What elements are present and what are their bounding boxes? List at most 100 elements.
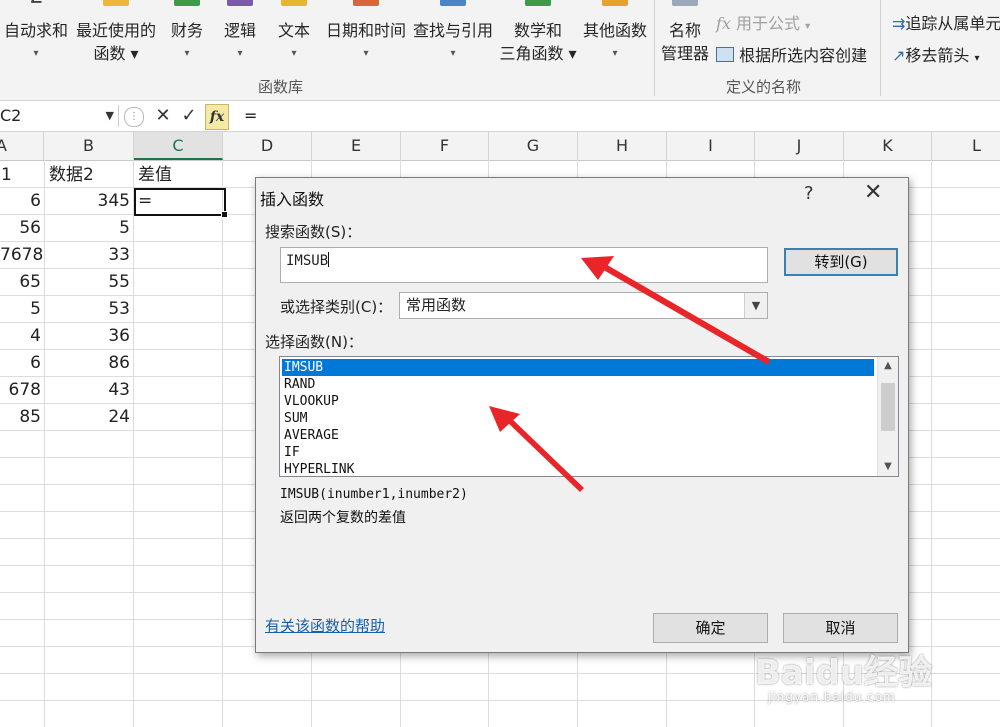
text-book-icon xyxy=(281,0,307,6)
trace-arrow-icon: ⇉ xyxy=(892,14,906,33)
confirm-entry-icon[interactable]: ✓ xyxy=(178,104,200,128)
list-item-if[interactable]: IF xyxy=(282,444,874,461)
calendar-book-icon xyxy=(353,0,379,6)
column-header-a[interactable]: A xyxy=(0,132,44,160)
column-header-c[interactable]: C xyxy=(134,132,223,160)
help-icon[interactable]: ? xyxy=(804,183,814,204)
category-select[interactable]: 常用函数 ▼ xyxy=(399,292,768,319)
active-cell-c2[interactable]: = xyxy=(134,188,228,218)
dialog-title: 插入函数 xyxy=(260,190,325,209)
math-book-icon xyxy=(525,0,551,6)
gridline xyxy=(222,160,223,727)
cell-a7[interactable]: 4 xyxy=(0,323,41,349)
cell-a2[interactable]: 6 xyxy=(0,188,41,214)
group-label-defined-names: 定义的名称 xyxy=(726,78,802,96)
function-list[interactable]: IMSUB RAND VLOOKUP SUM AVERAGE IF HYPERL… xyxy=(279,356,899,477)
cell-b3[interactable]: 5 xyxy=(46,215,130,241)
cell-b6[interactable]: 53 xyxy=(46,296,130,322)
function-help-link[interactable]: 有关该函数的帮助 xyxy=(265,615,385,636)
more-book-icon xyxy=(602,0,628,6)
cell-b8[interactable]: 86 xyxy=(46,350,130,376)
search-function-input[interactable]: IMSUB xyxy=(280,247,768,283)
cell-b2[interactable]: 345 xyxy=(46,188,130,214)
column-headers: A B C D E F G H I J K L xyxy=(0,132,1000,161)
lookup-book-icon xyxy=(440,0,466,6)
column-header-f[interactable]: F xyxy=(401,132,489,160)
gridline xyxy=(931,160,932,727)
cancel-entry-icon[interactable]: ✕ xyxy=(152,104,174,128)
ok-button[interactable]: 确定 xyxy=(653,613,768,643)
column-header-g[interactable]: G xyxy=(489,132,578,160)
ribbon-separator xyxy=(654,0,655,96)
chevron-down-icon: ▼ xyxy=(105,109,114,122)
cell-b9[interactable]: 43 xyxy=(46,377,130,403)
cell-a10[interactable]: 85 xyxy=(0,404,41,430)
chevron-down-icon[interactable]: ▼ xyxy=(744,293,767,318)
trace-dependents-button[interactable]: ⇉追踪从属单元 xyxy=(892,10,1000,34)
cell-c2: = xyxy=(138,191,153,211)
column-header-i[interactable]: I xyxy=(667,132,755,160)
chevron-down-icon: ▾ xyxy=(974,53,980,64)
column-header-j[interactable]: J xyxy=(755,132,844,160)
list-item-rand[interactable]: RAND xyxy=(282,376,874,393)
search-function-label: 搜索函数(S)： xyxy=(265,223,362,241)
use-in-formula-button[interactable]: fx 用于公式 ▾ xyxy=(716,10,810,34)
column-header-h[interactable]: H xyxy=(578,132,667,160)
cell-a1[interactable]: 1 xyxy=(1,162,12,188)
list-item-hyperlink[interactable]: HYPERLINK xyxy=(282,461,874,476)
column-header-e[interactable]: E xyxy=(312,132,401,160)
remove-arrows-button[interactable]: ↗移去箭头 ▾ xyxy=(892,42,980,66)
goto-button[interactable]: 转到(G) xyxy=(784,248,898,276)
list-item-sum[interactable]: SUM xyxy=(282,410,874,427)
cell-a3[interactable]: 56 xyxy=(0,215,41,241)
column-header-d[interactable]: D xyxy=(223,132,312,160)
watermark-url: jingyan.baidu.com xyxy=(768,690,896,704)
column-header-k[interactable]: K xyxy=(844,132,932,160)
column-header-b[interactable]: B xyxy=(44,132,134,160)
cell-b7[interactable]: 36 xyxy=(46,323,130,349)
cell-b1[interactable]: 数据2 xyxy=(49,162,94,188)
eraser-arrow-icon: ↗ xyxy=(892,46,906,65)
financial-book-icon xyxy=(174,0,200,6)
function-list-scrollbar[interactable]: ▲ ▼ xyxy=(877,357,898,476)
group-label-function-library: 函数库 xyxy=(258,78,304,96)
scroll-down-icon[interactable]: ▼ xyxy=(878,458,898,476)
gridline xyxy=(44,160,45,727)
select-function-label: 选择函数(N)： xyxy=(265,333,363,351)
cell-b5[interactable]: 55 xyxy=(46,269,130,295)
list-item-average[interactable]: AVERAGE xyxy=(282,427,874,444)
watermark-logo: Baidu经验 xyxy=(755,653,933,693)
chevron-down-icon: ▾ xyxy=(805,21,811,32)
ribbon: Σ 自动求和 ▾ 最近使用的 函数 ▾ 财务 ▾ 逻辑 ▾ 文本 ▾ 日期和时间… xyxy=(0,0,1000,101)
sigma-icon: Σ xyxy=(23,0,49,8)
logical-book-icon xyxy=(227,0,253,6)
cell-a8[interactable]: 6 xyxy=(0,350,41,376)
formula-bar-resize-handle[interactable]: ⋮ xyxy=(124,107,144,127)
table-grid-icon xyxy=(716,47,734,62)
formula-input[interactable]: = xyxy=(244,105,257,127)
text-cursor xyxy=(328,252,330,267)
scrollbar-thumb[interactable] xyxy=(881,383,895,431)
cell-a5[interactable]: 65 xyxy=(0,269,41,295)
cancel-button[interactable]: 取消 xyxy=(783,613,898,643)
cell-c1[interactable]: 差值 xyxy=(138,162,172,188)
gridline xyxy=(133,160,134,727)
cell-b10[interactable]: 24 xyxy=(46,404,130,430)
formula-bar: C2 ▼ ⋮ ✕ ✓ fx = xyxy=(0,101,1000,132)
close-icon[interactable]: ✕ xyxy=(864,180,882,205)
name-tag-icon xyxy=(672,0,698,6)
ribbon-separator xyxy=(880,0,881,96)
insert-function-icon[interactable]: fx xyxy=(205,104,229,130)
column-header-l[interactable]: L xyxy=(932,132,1000,160)
scroll-up-icon[interactable]: ▲ xyxy=(878,357,898,375)
create-from-selection-button[interactable]: 根据所选内容创建 xyxy=(716,42,867,66)
name-box[interactable]: C2 ▼ xyxy=(0,105,119,127)
cell-b4[interactable]: 33 xyxy=(46,242,130,268)
cell-a4[interactable]: 7678 xyxy=(0,242,43,268)
list-item-vlookup[interactable]: VLOOKUP xyxy=(282,393,874,410)
list-item-imsub[interactable]: IMSUB xyxy=(282,359,874,376)
fill-handle[interactable] xyxy=(221,211,228,218)
star-book-icon xyxy=(103,0,129,6)
cell-a9[interactable]: 678 xyxy=(0,377,41,403)
cell-a6[interactable]: 5 xyxy=(0,296,41,322)
